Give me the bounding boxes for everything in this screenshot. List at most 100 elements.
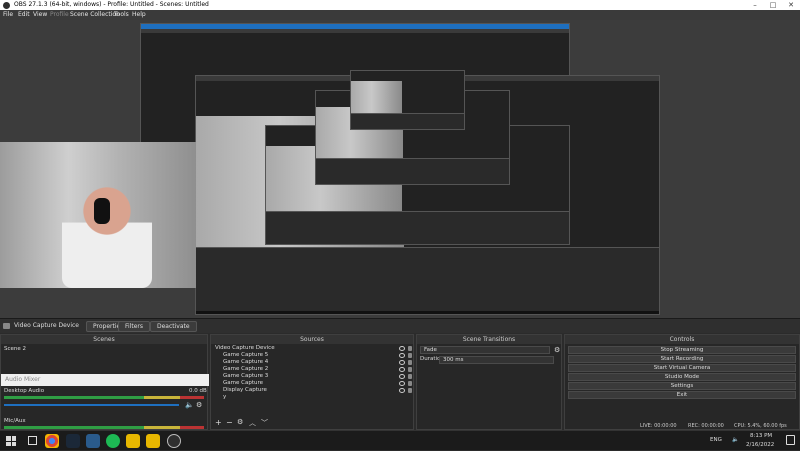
remove-source-icon[interactable]: − — [226, 418, 233, 427]
mic-aux-label: Mic/Aux — [4, 418, 26, 424]
webcam-person — [62, 178, 152, 288]
lock-icon[interactable] — [408, 353, 412, 358]
start-virtual-camera-button[interactable]: Start Virtual Camera — [568, 364, 796, 372]
exit-button[interactable]: Exit — [568, 391, 796, 399]
system-tray: ENG 🔈 8:13 PM 2/16/2022 — [710, 431, 800, 451]
obs-taskbar-icon[interactable] — [167, 434, 181, 448]
transitions-header: Scene Transitions — [417, 335, 561, 344]
scenes-header: Scenes — [1, 335, 207, 344]
source-item-2[interactable]: Game Capture 4 — [223, 359, 268, 366]
speaker-tray-icon[interactable]: 🔈 — [732, 437, 739, 443]
move-up-icon[interactable]: ︿ — [249, 418, 256, 428]
lock-icon[interactable] — [408, 388, 412, 393]
status-bar: LIVE: 00:00:00 REC: 00:00:00 CPU: 5.4%, … — [560, 422, 800, 430]
lock-icon[interactable] — [408, 360, 412, 365]
duration-value: 300 ms — [443, 357, 464, 363]
selected-source-name: Video Capture Device — [14, 322, 80, 329]
lock-icon[interactable] — [408, 346, 412, 351]
sources-header: Sources — [211, 335, 413, 344]
source-item-4[interactable]: Game Capture 3 — [223, 373, 268, 380]
source-item-1[interactable]: Game Capture 5 — [223, 352, 268, 359]
source-toolbar: Video Capture Device Properties Filters … — [0, 318, 800, 333]
visibility-eye-icon[interactable] — [399, 353, 405, 358]
visibility-eye-icon[interactable] — [399, 381, 405, 386]
source-settings-gear-icon[interactable]: ⚙ — [237, 418, 243, 426]
gear-icon[interactable]: ⚙ — [196, 401, 202, 409]
source-item-0[interactable]: Video Capture Device — [215, 345, 275, 352]
scenes-panel: Scenes Scene 2 Audio Mixer Desktop Audio… — [0, 334, 209, 430]
visibility-eye-icon[interactable] — [399, 367, 405, 372]
spotify-icon[interactable] — [106, 434, 120, 448]
visibility-eye-icon[interactable] — [399, 346, 405, 351]
clock-time[interactable]: 8:13 PM — [750, 433, 772, 439]
transition-gear-icon[interactable]: ⚙ — [554, 346, 560, 354]
scene-item[interactable]: Scene 2 — [4, 346, 26, 353]
chrome-icon[interactable] — [45, 434, 59, 448]
source-item-6[interactable]: Display Capture — [223, 387, 267, 394]
source-item-3[interactable]: Game Capture 2 — [223, 366, 268, 373]
menu-bar: File Edit View Profile Scene Collection … — [0, 10, 800, 20]
visibility-eye-icon[interactable] — [399, 374, 405, 379]
desktop-audio-meter — [4, 396, 204, 399]
menu-tools[interactable]: Tools — [114, 10, 129, 20]
window-title: OBS 27.1.3 (64-bit, windows) - Profile: … — [14, 1, 209, 8]
live-status: LIVE: 00:00:00 — [640, 423, 677, 429]
settings-label: Settings — [670, 383, 694, 389]
scene-transitions-panel: Scene Transitions Fade ⚙ Duration 300 ms — [416, 334, 562, 430]
menu-view[interactable]: View — [33, 10, 47, 20]
title-bar: OBS 27.1.3 (64-bit, windows) - Profile: … — [0, 0, 800, 10]
lock-icon[interactable] — [408, 381, 412, 386]
headphones-icon — [94, 198, 110, 224]
duration-input[interactable]: 300 ms — [439, 356, 554, 364]
source-item-7[interactable]: y — [223, 394, 226, 401]
clock-date[interactable]: 2/16/2022 — [746, 442, 774, 448]
game-icon[interactable] — [126, 434, 140, 448]
visibility-eye-icon[interactable] — [399, 388, 405, 393]
add-source-icon[interactable]: + — [215, 418, 222, 427]
desktop-audio-label: Desktop Audio — [4, 388, 45, 394]
menu-scene-collection[interactable]: Scene Collection — [70, 10, 120, 20]
speaker-icon[interactable]: 🔈 — [185, 401, 194, 409]
sources-panel: Sources Video Capture Device Game Captur… — [210, 334, 414, 430]
steam-icon[interactable] — [66, 434, 80, 448]
taskbar: ENG 🔈 8:13 PM 2/16/2022 — [0, 430, 800, 450]
menu-help[interactable]: Help — [132, 10, 146, 20]
audio-mixer-header-bar: Audio Mixer — [1, 374, 209, 386]
notifications-icon[interactable] — [786, 435, 795, 445]
transition-type-select[interactable]: Fade — [420, 346, 550, 354]
controls-header: Controls — [565, 335, 799, 344]
source-item-5[interactable]: Game Capture — [223, 380, 263, 387]
language-indicator[interactable]: ENG — [710, 437, 722, 443]
controls-panel: Controls Stop Streaming Start Recording … — [564, 334, 800, 430]
settings-button[interactable]: Settings — [568, 382, 796, 390]
windows-start-icon[interactable] — [6, 436, 16, 446]
obs-logo-icon — [3, 2, 10, 9]
task-view-icon[interactable] — [28, 436, 37, 445]
move-down-icon[interactable]: ﹀ — [261, 418, 268, 428]
deactivate-button[interactable]: Deactivate — [150, 321, 197, 332]
start-recording-label: Start Recording — [660, 356, 704, 362]
lock-icon[interactable] — [408, 367, 412, 372]
lock-icon[interactable] — [408, 374, 412, 379]
minimize-button[interactable]: – — [746, 0, 764, 10]
stop-streaming-label: Stop Streaming — [660, 347, 704, 353]
filters-label: Filters — [125, 323, 143, 330]
visibility-eye-icon[interactable] — [399, 360, 405, 365]
app-icon[interactable] — [86, 434, 100, 448]
start-recording-button[interactable]: Start Recording — [568, 355, 796, 363]
maximize-button[interactable]: □ — [764, 0, 782, 10]
studio-mode-button[interactable]: Studio Mode — [568, 373, 796, 381]
stop-streaming-button[interactable]: Stop Streaming — [568, 346, 796, 354]
filters-button[interactable]: Filters — [118, 321, 150, 332]
rec-status: REC: 00:00:00 — [688, 423, 724, 429]
studio-mode-label: Studio Mode — [664, 374, 700, 380]
desktop-audio-volume-slider[interactable] — [4, 404, 179, 406]
deactivate-label: Deactivate — [157, 323, 190, 330]
game-icon[interactable] — [146, 434, 160, 448]
close-button[interactable]: ✕ — [782, 0, 800, 10]
menu-file[interactable]: File — [3, 10, 13, 20]
menu-edit[interactable]: Edit — [18, 10, 30, 20]
camera-icon — [3, 323, 10, 329]
start-virtual-camera-label: Start Virtual Camera — [653, 365, 711, 371]
menu-profile[interactable]: Profile — [50, 10, 69, 20]
